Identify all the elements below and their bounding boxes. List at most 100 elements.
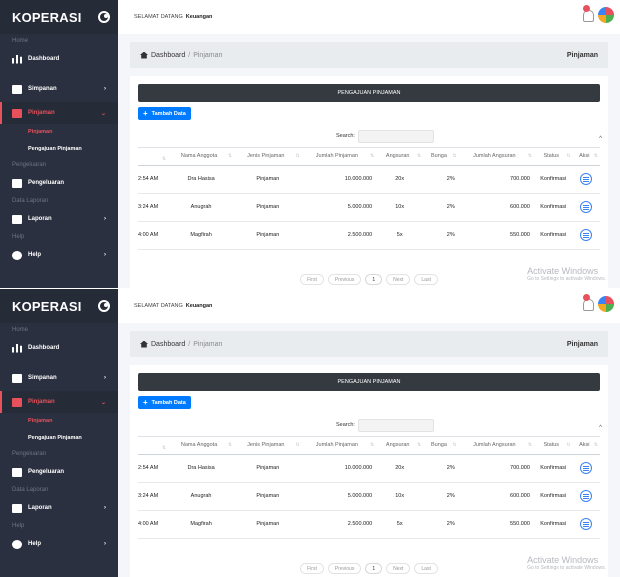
- chevron-down-icon: ⌄: [100, 399, 106, 406]
- sidebar-section-home: Home: [12, 327, 29, 333]
- table-header-cell[interactable]: Jumlah Pinjaman ⇅: [301, 146, 377, 166]
- list-detail-icon[interactable]: [580, 201, 593, 213]
- table-header-cell[interactable]: Aksi ⇅: [572, 146, 600, 166]
- loan-table: ⇅ Nama Anggota ⇅ Jenis Pinjaman ⇅ Jumlah Pinj…: [138, 146, 600, 250]
- next-page-button[interactable]: Next: [386, 563, 411, 574]
- scroll-up-icon[interactable]: ^: [599, 136, 602, 142]
- avatar[interactable]: [598, 296, 614, 312]
- table-header-cell[interactable]: Status ⇅: [533, 435, 573, 455]
- table-header-cell[interactable]: ⇅: [138, 435, 169, 455]
- table-header-cell[interactable]: Status ⇅: [533, 146, 573, 166]
- report-icon: [12, 214, 22, 224]
- list-lines-icon: [583, 176, 590, 182]
- list-detail-icon[interactable]: [580, 518, 593, 530]
- scroll-up-icon[interactable]: ^: [599, 425, 602, 431]
- last-page-button[interactable]: Last: [414, 563, 438, 574]
- user-name: Keuangan: [185, 303, 213, 309]
- sidebar-section-laporan: Data Laporan: [12, 198, 49, 204]
- notification-badge: [583, 5, 590, 12]
- sidebar-item-dashboard[interactable]: Dashboard: [0, 337, 118, 359]
- plus-icon: +: [143, 108, 148, 118]
- column-label: Bunga: [431, 442, 447, 448]
- search-input[interactable]: [357, 418, 434, 432]
- breadcrumb-separator: /: [188, 51, 191, 59]
- chevron-right-icon: ›: [104, 252, 106, 258]
- add-data-button[interactable]: + Tambah Data: [138, 396, 191, 409]
- sidebar-item-simpanan[interactable]: Simpanan ›: [0, 367, 118, 389]
- table-cell: Pinjaman: [234, 193, 302, 222]
- table-header-row: ⇅ Nama Anggota ⇅ Jenis Pinjaman ⇅ Jumlah Pinj…: [138, 435, 600, 455]
- table-cell: Pinjaman: [234, 454, 302, 483]
- page-number-button[interactable]: 1: [365, 274, 383, 285]
- sidebar-subitem-pengajuan[interactable]: Pengajuan Pinjaman: [0, 141, 118, 158]
- list-detail-icon[interactable]: [580, 173, 593, 185]
- table-cell: 550.000: [458, 510, 534, 539]
- table-cell: Konfirmasi: [533, 454, 573, 483]
- brand-name: KOPERASI: [12, 9, 82, 25]
- sidebar-subitem-pinjaman[interactable]: Pinjaman: [0, 413, 118, 430]
- sidebar-item-pengeluaran[interactable]: Pengeluaran: [0, 172, 118, 194]
- breadcrumb-home[interactable]: Dashboard: [151, 341, 185, 348]
- column-label: Jumlah Pinjaman: [315, 442, 358, 448]
- add-data-button[interactable]: + Tambah Data: [138, 107, 191, 120]
- first-page-button[interactable]: First: [300, 274, 324, 285]
- toggle-sidebar-icon[interactable]: [98, 300, 110, 312]
- breadcrumb-home[interactable]: Dashboard: [151, 52, 185, 59]
- table-cell: 10.000.000: [301, 165, 377, 194]
- table-header-cell[interactable]: Jumlah Pinjaman ⇅: [301, 435, 377, 455]
- sidebar-item-dashboard[interactable]: Dashboard: [0, 48, 118, 70]
- previous-page-button[interactable]: Previous: [327, 563, 362, 574]
- table-cell: 4:00 AM: [138, 221, 169, 250]
- last-page-button[interactable]: Last: [414, 274, 438, 285]
- page-title: Pinjaman: [566, 340, 598, 348]
- table-header-cell[interactable]: Aksi ⇅: [572, 435, 600, 455]
- column-label: Jenis Pinjaman: [247, 153, 285, 159]
- avatar[interactable]: [598, 7, 614, 23]
- sidebar-item-laporan[interactable]: Laporan ›: [0, 497, 118, 519]
- sidebar-item-help[interactable]: Help ›: [0, 533, 118, 555]
- sidebar-subitem-pinjaman[interactable]: Pinjaman: [0, 124, 118, 141]
- table-header-cell[interactable]: ⇅: [138, 146, 169, 166]
- table-header-cell[interactable]: Bunga ⇅: [423, 146, 459, 166]
- table-header-cell[interactable]: Nama Anggota ⇅: [168, 435, 235, 455]
- sidebar-item-pinjaman[interactable]: Pinjaman ⌄: [0, 102, 118, 124]
- table-header-cell[interactable]: Jenis Pinjaman ⇅: [234, 146, 302, 166]
- card-header: PENGAJUAN PINJAMAN: [138, 373, 600, 391]
- sidebar-item-label: Simpanan: [28, 375, 57, 381]
- list-detail-icon[interactable]: [580, 462, 593, 474]
- table-header-cell[interactable]: Jumlah Angsuran ⇅: [458, 435, 534, 455]
- sort-icon: ⇅: [527, 442, 532, 448]
- table-cell: 2%: [423, 454, 459, 483]
- sidebar-subitem-pengajuan[interactable]: Pengajuan Pinjaman: [0, 430, 118, 447]
- plus-icon: +: [143, 397, 148, 407]
- table-header-cell[interactable]: Bunga ⇅: [423, 435, 459, 455]
- sidebar-item-simpanan[interactable]: Simpanan ›: [0, 78, 118, 100]
- page-number-button[interactable]: 1: [365, 563, 383, 574]
- sidebar-item-help[interactable]: Help ›: [0, 244, 118, 266]
- windows-activation-watermark: Activate Windows Go to Settings to activ…: [527, 266, 606, 282]
- table-header-cell[interactable]: Angsuran ⇅: [376, 435, 424, 455]
- table-header-cell[interactable]: Jenis Pinjaman ⇅: [234, 435, 302, 455]
- first-page-button[interactable]: First: [300, 563, 324, 574]
- table-header-cell[interactable]: Nama Anggota ⇅: [168, 146, 235, 166]
- column-label: Jumlah Angsuran: [473, 153, 516, 159]
- expense-icon: [12, 467, 22, 477]
- sidebar-item-pengeluaran[interactable]: Pengeluaran: [0, 461, 118, 483]
- sidebar-item-label: Pinjaman: [28, 110, 55, 116]
- previous-page-button[interactable]: Previous: [327, 274, 362, 285]
- list-detail-icon[interactable]: [580, 490, 593, 502]
- search-input[interactable]: [357, 129, 434, 143]
- list-detail-icon[interactable]: [580, 229, 593, 241]
- sidebar-item-pinjaman[interactable]: Pinjaman ⌄: [0, 391, 118, 413]
- table-header-cell[interactable]: Jumlah Angsuran ⇅: [458, 146, 534, 166]
- list-lines-icon: [583, 204, 590, 210]
- toggle-sidebar-icon[interactable]: [98, 11, 110, 23]
- sidebar-item-laporan[interactable]: Laporan ›: [0, 208, 118, 230]
- next-page-button[interactable]: Next: [386, 274, 411, 285]
- table-header-cell[interactable]: Angsuran ⇅: [376, 146, 424, 166]
- list-lines-icon: [583, 232, 590, 238]
- table-row: 2:54 AM Dra Hasisa Pinjaman 10.000.000 20x 2%…: [138, 454, 600, 483]
- table-cell: 2%: [423, 482, 459, 511]
- table-row: 4:00 AM Magfirah Pinjaman 2.500.000 5x 2% 550.…: [138, 510, 600, 539]
- sidebar-item-label: Simpanan: [28, 86, 57, 92]
